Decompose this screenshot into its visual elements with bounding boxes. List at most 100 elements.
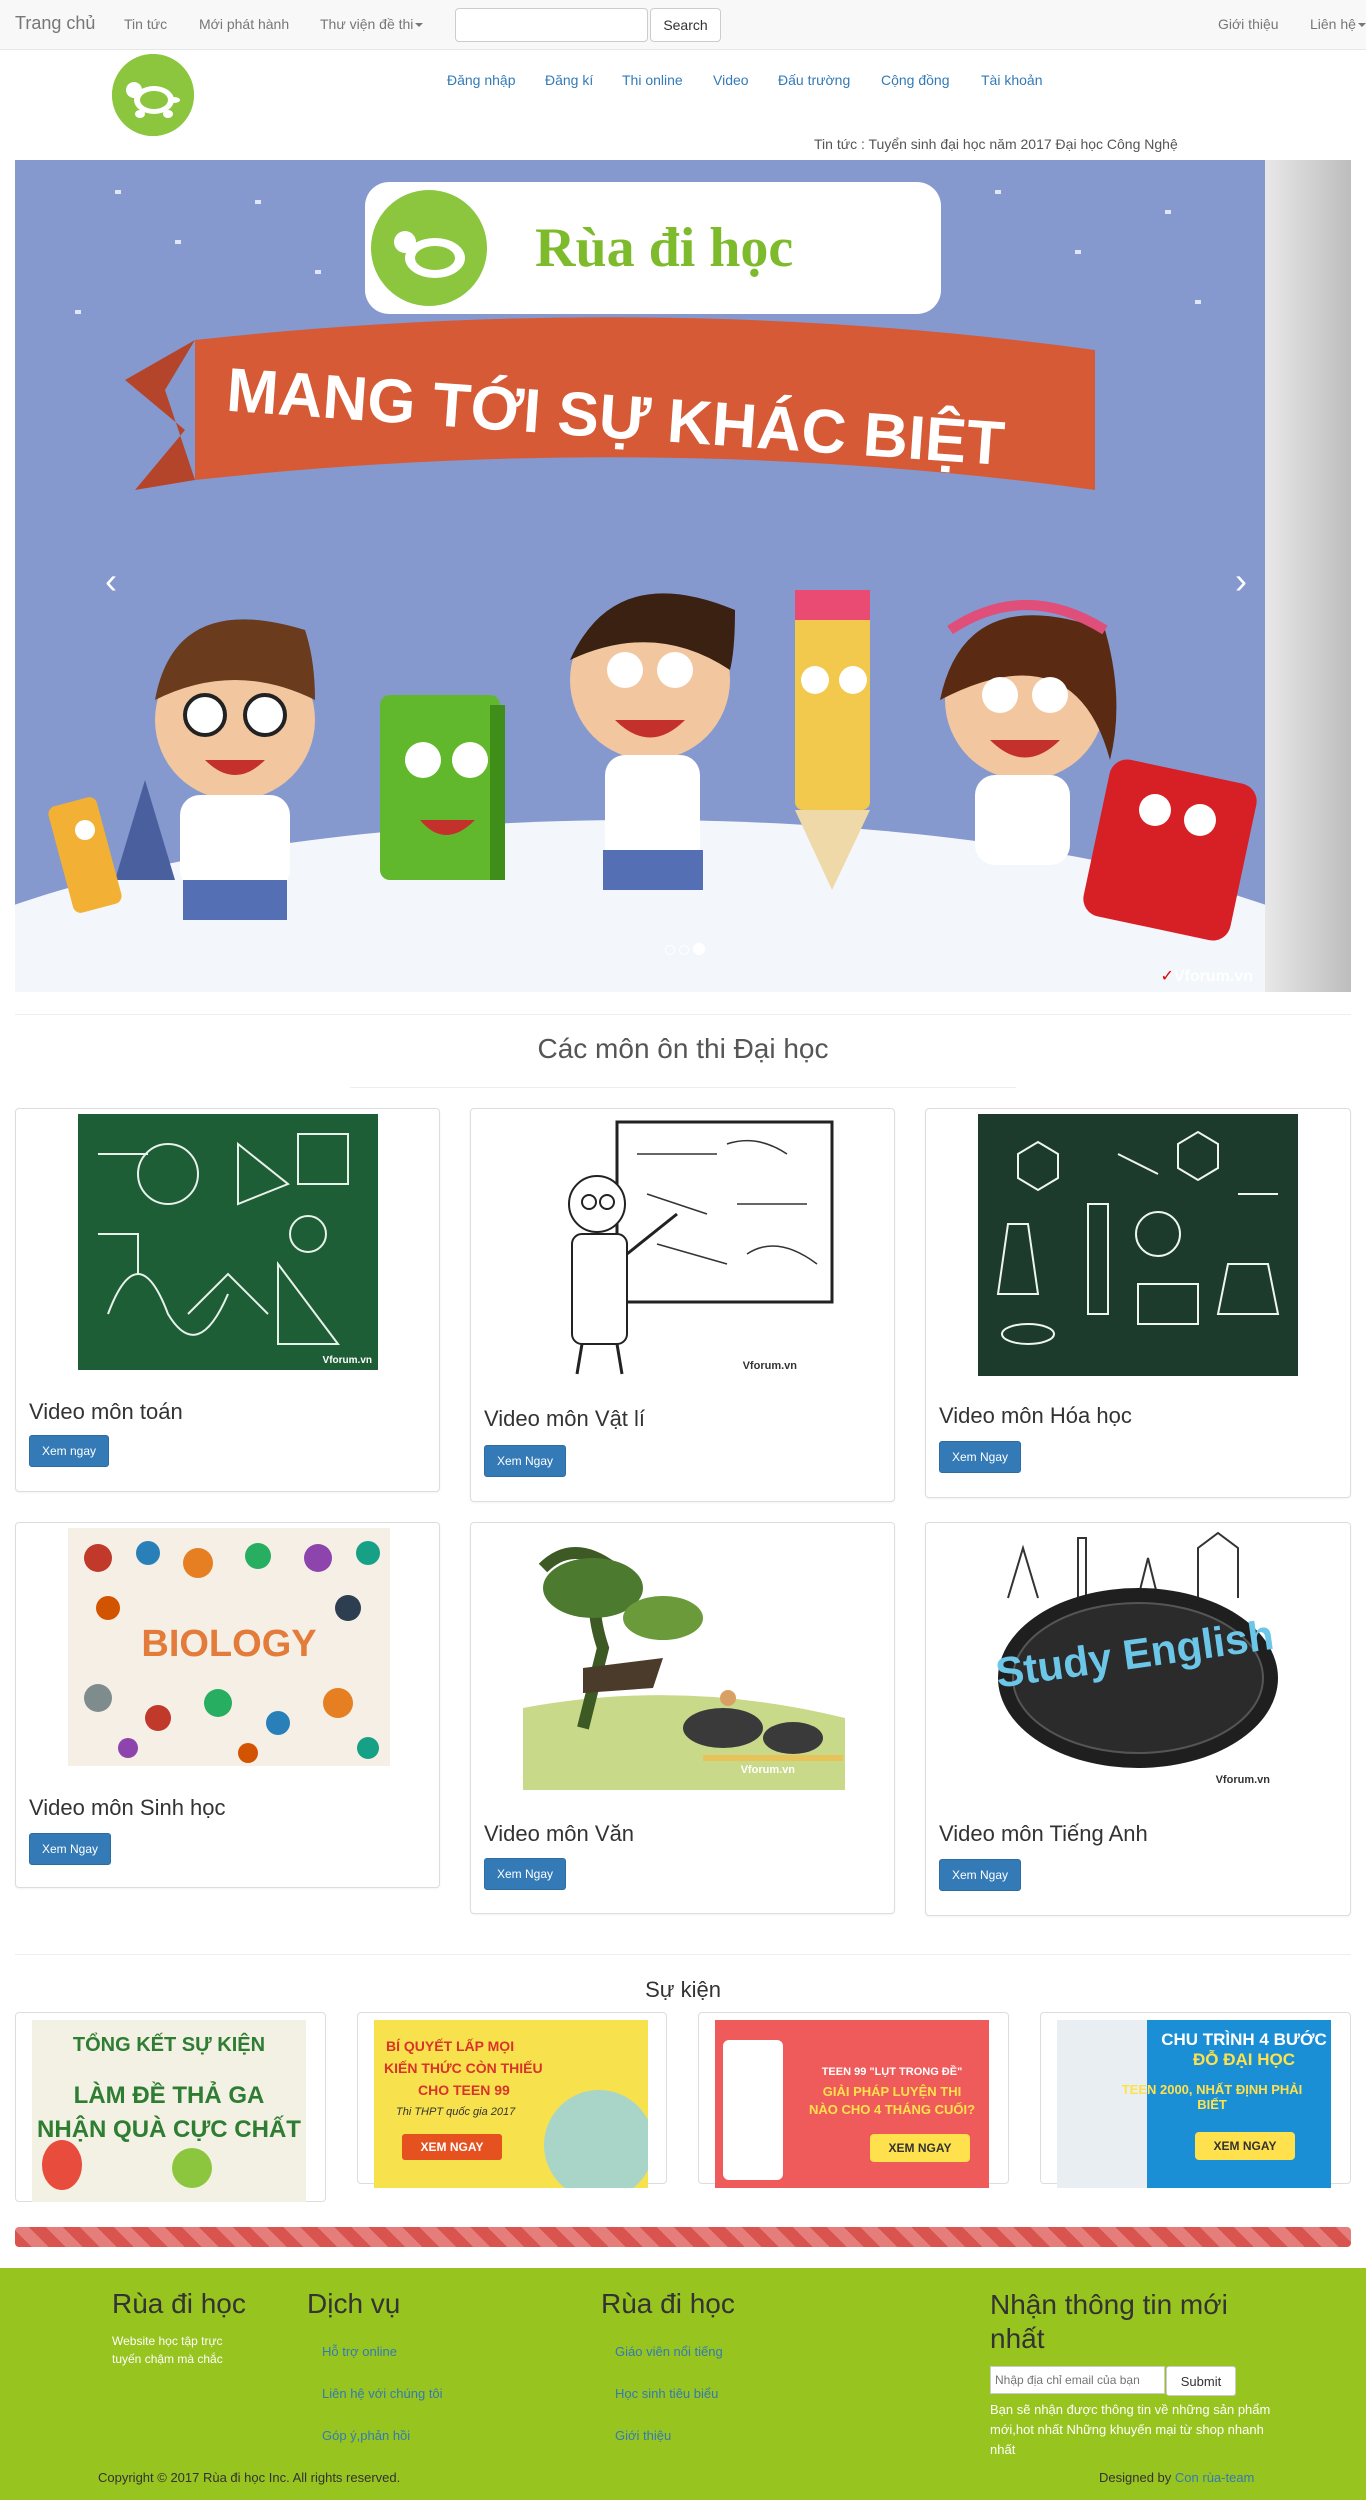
footer-designed-by: Designed by Con rùa-team bbox=[1099, 2470, 1254, 2485]
literature-countryside-image bbox=[523, 1547, 845, 1790]
subject-card-english: Study English Vforum.vn Video môn Tiếng … bbox=[925, 1522, 1351, 1916]
search-input[interactable] bbox=[455, 8, 648, 42]
watch-now-button[interactable]: Xem Ngay bbox=[939, 1859, 1022, 1891]
carousel-next-icon[interactable]: › bbox=[1235, 560, 1247, 602]
subject-card-literature: Vforum.vn Video môn Văn Xem Ngay bbox=[470, 1522, 895, 1914]
subject-title: Video môn Tiếng Anh bbox=[939, 1821, 1148, 1846]
divider bbox=[15, 1014, 1351, 1015]
designed-by-label: Designed by bbox=[1099, 2470, 1172, 2485]
top-navbar: Trang chủ Tin tức Mới phát hành Thư viện… bbox=[0, 0, 1366, 50]
thumb-watermark: Vforum.vn bbox=[322, 1355, 372, 1366]
event-line: ĐỖ ĐẠI HỌC bbox=[1193, 2050, 1295, 2069]
footer-link-feedback[interactable]: Góp ý,phản hồi bbox=[322, 2428, 410, 2443]
biology-thumb-text: BIOLOGY bbox=[141, 1623, 316, 1665]
english-brain-image: Study English bbox=[993, 1531, 1278, 1768]
footer-about-text: Website học tập trực tuyến chậm mà chắc bbox=[112, 2334, 223, 2366]
menu-account[interactable]: Tài khoản bbox=[981, 72, 1042, 88]
search-button[interactable]: Search bbox=[650, 8, 721, 42]
watch-now-button[interactable]: Xem Ngay bbox=[484, 1858, 567, 1890]
menu-video[interactable]: Video bbox=[713, 72, 749, 88]
cartoon-green-book bbox=[380, 695, 505, 880]
biology-thumbnail[interactable]: BIOLOGY bbox=[68, 1528, 390, 1766]
carousel-indicator[interactable] bbox=[679, 945, 689, 955]
event-line: CHU TRÌNH 4 BƯỚC bbox=[1161, 2030, 1327, 2049]
math-thumbnail[interactable]: Vforum.vn bbox=[78, 1114, 378, 1370]
nav-link-new-releases[interactable]: Mới phát hành bbox=[199, 16, 289, 32]
event-card-four-steps[interactable]: CHU TRÌNH 4 BƯỚC ĐỖ ĐẠI HỌC TEEN 2000, N… bbox=[1040, 2012, 1351, 2188]
carousel-prev-icon[interactable]: ‹ bbox=[105, 560, 117, 602]
hero-logo-text: Rùa đi học bbox=[535, 217, 793, 279]
watch-now-button[interactable]: Xem Ngay bbox=[939, 1441, 1022, 1473]
divider bbox=[350, 1087, 1016, 1088]
newsletter-description: Bạn sẽ nhận được thông tin về những sản … bbox=[990, 2402, 1271, 2457]
event-line: NHẬN QUÀ CỰC CHẤT bbox=[37, 2116, 301, 2143]
chemistry-thumbnail[interactable] bbox=[978, 1114, 1298, 1376]
carousel-indicator[interactable] bbox=[665, 945, 675, 955]
footer-link-intro[interactable]: Giới thiệu bbox=[615, 2428, 671, 2443]
chemistry-chalkboard-image bbox=[996, 1130, 1280, 1345]
event-line: KIẾN THỨC CÒN THIẾU bbox=[384, 2060, 543, 2076]
events-section-title: Sự kiện bbox=[645, 1977, 721, 2002]
event-line: GIẢI PHÁP LUYỆN THI bbox=[822, 2084, 962, 2099]
watch-now-button[interactable]: Xem Ngay bbox=[29, 1833, 112, 1865]
nav-dropdown-label: Thư viện đề thi bbox=[320, 16, 414, 32]
menu-register[interactable]: Đăng kí bbox=[545, 72, 593, 88]
hero-carousel[interactable]: Rùa đi học MANG TỚI SỰ KHÁC BIỆT ‹ › ✓Vf… bbox=[15, 160, 1351, 992]
footer-link-online-support[interactable]: Hỗ trợ online bbox=[322, 2344, 397, 2359]
carousel-next-slide-preview bbox=[1265, 160, 1351, 992]
thumb-watermark: Vforum.vn bbox=[740, 1764, 795, 1776]
footer-copyright: Copyright © 2017 Rùa đi học Inc. All rig… bbox=[98, 2470, 401, 2485]
watch-now-button[interactable]: Xem Ngay bbox=[484, 1445, 567, 1477]
event-card-knowledge[interactable]: BÍ QUYẾT LẤP MỌI KIẾN THỨC CÒN THIẾU CHO… bbox=[357, 2012, 667, 2188]
newsletter-email-input[interactable] bbox=[990, 2366, 1165, 2394]
event-card-exam-practice[interactable]: TEEN 99 "LỤT TRONG ĐỀ" GIẢI PHÁP LUYỆN T… bbox=[698, 2012, 1009, 2188]
event-line: NÀO CHO 4 THÁNG CUỐI? bbox=[808, 2102, 976, 2117]
menu-community[interactable]: Cộng đồng bbox=[881, 72, 950, 88]
event-line: LÀM ĐỀ THẢ GA bbox=[73, 2082, 265, 2109]
nav-link-news[interactable]: Tin tức bbox=[124, 16, 167, 32]
footer-link-contact-us[interactable]: Liên hệ với chúng tôi bbox=[322, 2386, 443, 2401]
site-logo[interactable] bbox=[112, 54, 194, 136]
menu-login[interactable]: Đăng nhập bbox=[447, 72, 516, 88]
divider bbox=[15, 1954, 1351, 1955]
event-banner: TEEN 99 "LỤT TRONG ĐỀ" GIẢI PHÁP LUYỆN T… bbox=[715, 2020, 989, 2188]
literature-thumbnail[interactable]: Vforum.vn bbox=[523, 1528, 845, 1790]
footer-title-brand: Rùa đi học bbox=[601, 2288, 735, 2319]
event-view-now-button[interactable]: XEM NGAY bbox=[870, 2134, 970, 2162]
thumb-watermark: Vforum.vn bbox=[742, 1360, 797, 1372]
footer-link-students[interactable]: Học sinh tiêu biểu bbox=[615, 2386, 718, 2401]
vforum-watermark: ✓Vforum.vn bbox=[1160, 968, 1253, 985]
turtle-logo-icon bbox=[172, 2148, 212, 2188]
nav-link-about[interactable]: Giới thiệu bbox=[1218, 16, 1279, 32]
event-view-now-button[interactable]: XEM NGAY bbox=[1195, 2132, 1295, 2160]
subject-title: Video môn toán bbox=[29, 1399, 183, 1424]
nav-brand-home[interactable]: Trang chủ bbox=[15, 13, 95, 34]
subject-title: Video môn Vật lí bbox=[484, 1406, 646, 1431]
event-banner: CHU TRÌNH 4 BƯỚC ĐỖ ĐẠI HỌC TEEN 2000, N… bbox=[1057, 2020, 1331, 2188]
newsletter-submit-button[interactable]: Submit bbox=[1166, 2366, 1236, 2396]
subjects-section-title: Các môn ôn thi Đại học bbox=[537, 1033, 829, 1064]
striped-progress-bar bbox=[15, 2227, 1351, 2247]
physics-professor-image bbox=[568, 1120, 834, 1375]
event-line: BÍ QUYẾT LẤP MỌI bbox=[386, 2038, 515, 2054]
news-ticker[interactable]: Tin tức : Tuyển sinh đại học năm 2017 Đạ… bbox=[814, 136, 1178, 152]
english-thumbnail[interactable]: Study English Vforum.vn bbox=[978, 1528, 1300, 1794]
designer-link[interactable]: Con rùa-team bbox=[1175, 2470, 1254, 2485]
event-card-summary[interactable]: TỔNG KẾT SỰ KIỆN LÀM ĐỀ THẢ GA NHẬN QUÀ … bbox=[15, 2012, 326, 2202]
menu-online-exam[interactable]: Thi online bbox=[622, 72, 683, 88]
caret-down-icon bbox=[1357, 23, 1366, 28]
event-line: TEEN 99 "LỤT TRONG ĐỀ" bbox=[821, 2066, 963, 2078]
nav-dropdown-contact[interactable]: Liên hệ bbox=[1310, 16, 1366, 32]
event-view-now-button[interactable]: XEM NGAY bbox=[402, 2134, 502, 2160]
nav-dropdown-contact-label: Liên hệ bbox=[1310, 16, 1356, 32]
event-banner: TỔNG KẾT SỰ KIỆN LÀM ĐỀ THẢ GA NHẬN QUÀ … bbox=[32, 2020, 306, 2202]
nav-dropdown-exam-library[interactable]: Thư viện đề thi bbox=[320, 16, 424, 32]
turtle-logo-icon bbox=[112, 54, 194, 136]
footer-link-teachers[interactable]: Giáo viên nổi tiếng bbox=[615, 2344, 723, 2359]
subject-card-math: Vforum.vn Video môn toán Xem ngay bbox=[15, 1108, 440, 1492]
physics-thumbnail[interactable]: Vforum.vn bbox=[527, 1114, 837, 1384]
carousel-indicator-active[interactable] bbox=[693, 943, 705, 955]
watch-now-button[interactable]: Xem ngay bbox=[29, 1435, 110, 1467]
balloon-icon bbox=[42, 2140, 82, 2190]
menu-arena[interactable]: Đấu trường bbox=[778, 72, 850, 88]
